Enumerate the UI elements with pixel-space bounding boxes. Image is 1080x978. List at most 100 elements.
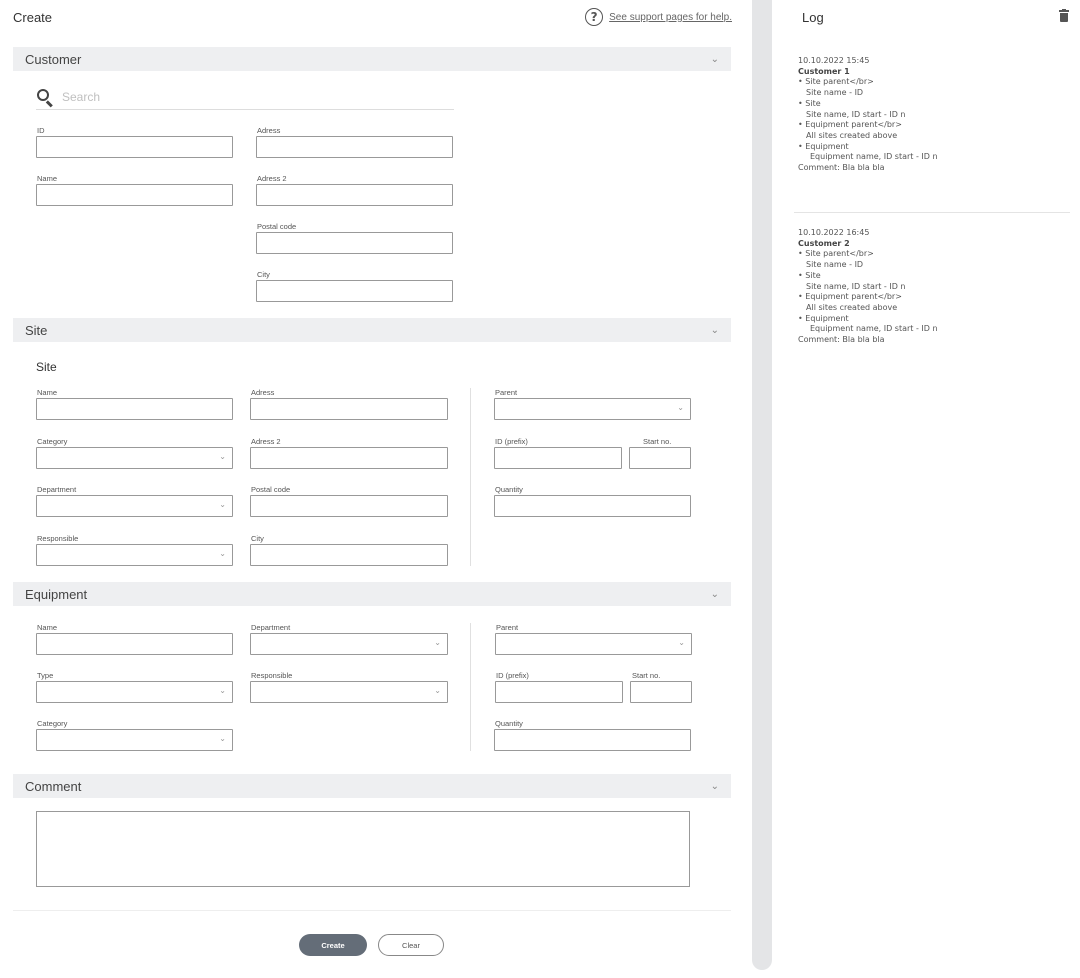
site-name-field[interactable] [36,398,233,420]
panel-splitter [752,0,772,970]
site-address2-label: Adress 2 [251,437,281,446]
site-section-header[interactable]: Site ⌄ [13,318,731,342]
create-button[interactable]: Create [299,934,367,956]
equipment-id-prefix-field[interactable] [495,681,623,703]
support-link[interactable]: See support pages for help. [609,12,732,23]
column-divider [470,388,471,566]
equipment-name-label: Name [37,623,58,632]
customer-city-label: City [257,270,270,279]
site-id-prefix-label: ID (prefix) [495,437,528,446]
chevron-down-icon: ⌄ [219,686,226,695]
equipment-type-select[interactable]: ⌄ [36,681,233,703]
log-comment: Comment: Bla bla bla [798,163,885,173]
site-start-no-label: Start no. [643,437,672,446]
equipment-start-no-field[interactable] [630,681,692,703]
customer-postal-field[interactable] [256,232,453,254]
clear-button[interactable]: Clear [378,934,444,956]
equipment-responsible-select[interactable]: ⌄ [250,681,448,703]
log-customer: Customer 1 [798,66,850,76]
site-responsible-label: Responsible [37,534,79,543]
log-line: Site name - ID [806,260,864,270]
section-title: Equipment [25,586,88,602]
log-customer: Customer 2 [798,238,850,248]
customer-search[interactable]: Search [36,84,454,110]
search-input[interactable]: Search [62,90,100,104]
site-postal-field[interactable] [250,495,448,517]
search-icon [36,88,54,107]
log-line: Equipment name, ID start - ID n [810,324,938,334]
question-circle-icon[interactable]: ? [585,8,604,26]
customer-address-field[interactable] [256,136,453,158]
log-separator [794,212,1070,213]
log-line: • Site parent</br> [798,77,874,87]
site-department-label: Department [37,485,77,494]
chevron-down-icon[interactable]: ⌄ [711,54,719,65]
chevron-down-icon: ⌄ [678,638,685,647]
chevron-down-icon: ⌄ [677,403,684,412]
column-divider [470,623,471,751]
comment-section-header[interactable]: Comment ⌄ [13,774,731,798]
site-name-label: Name [37,388,58,397]
equipment-quantity-label: Quantity [495,719,523,728]
site-subtitle: Site [36,360,57,374]
equipment-parent-label: Parent [496,623,519,632]
section-title: Customer [25,51,82,67]
site-quantity-label: Quantity [495,485,523,494]
customer-address2-field[interactable] [256,184,453,206]
site-id-prefix-field[interactable] [494,447,622,469]
equipment-category-select[interactable]: ⌄ [36,729,233,751]
log-line: • Equipment [798,141,849,151]
site-postal-label: Postal code [251,485,291,494]
customer-city-field[interactable] [256,280,453,302]
customer-name-label: Name [37,174,58,183]
equipment-name-field[interactable] [36,633,233,655]
equipment-id-prefix-label: ID (prefix) [496,671,529,680]
equipment-department-label: Department [251,623,291,632]
chevron-down-icon: ⌄ [434,686,441,695]
chevron-down-icon[interactable]: ⌄ [711,325,719,336]
site-address-label: Adress [251,388,275,397]
site-address2-field[interactable] [250,447,448,469]
page: Create ? See support pages for help. Cus… [0,0,1080,978]
log-line: Site name, ID start - ID n [806,281,906,291]
site-address-field[interactable] [250,398,448,420]
customer-address-label: Adress [257,126,281,135]
equipment-parent-select[interactable]: ⌄ [495,633,692,655]
equipment-quantity-field[interactable] [494,729,691,751]
site-quantity-field[interactable] [494,495,691,517]
site-responsible-select[interactable]: ⌄ [36,544,233,566]
site-parent-label: Parent [495,388,518,397]
comment-textarea[interactable] [36,811,690,887]
chevron-down-icon: ⌄ [219,500,226,509]
site-start-no-field[interactable] [629,447,691,469]
log-timestamp: 10.10.2022 16:45 [798,228,870,237]
equipment-section-header[interactable]: Equipment ⌄ [13,582,731,606]
equipment-department-select[interactable]: ⌄ [250,633,448,655]
equipment-type-label: Type [37,671,54,680]
customer-id-field[interactable] [36,136,233,158]
customer-section-header[interactable]: Customer ⌄ [13,47,731,71]
log-panel: Log 10.10.2022 15:45 Customer 1 • Site p… [772,0,1080,978]
site-city-field[interactable] [250,544,448,566]
help-area: ? See support pages for help. [585,8,732,26]
customer-postal-label: Postal code [257,222,297,231]
log-entry: 10.10.2022 16:45 Customer 2 • Site paren… [798,228,1068,346]
chevron-down-icon[interactable]: ⌄ [711,781,719,792]
trash-icon[interactable] [1059,9,1069,22]
site-category-label: Category [37,437,68,446]
log-line: Site name, ID start - ID n [806,109,906,119]
log-line: Site name - ID [806,88,864,98]
equipment-start-no-label: Start no. [632,671,661,680]
chevron-down-icon[interactable]: ⌄ [711,589,719,600]
log-line: All sites created above [806,130,898,140]
create-panel: Create ? See support pages for help. Cus… [0,0,744,978]
site-department-select[interactable]: ⌄ [36,495,233,517]
site-parent-select[interactable]: ⌄ [494,398,691,420]
log-timestamp: 10.10.2022 15:45 [798,56,870,65]
equipment-category-label: Category [37,719,68,728]
footer-divider [13,910,731,911]
page-title: Create [13,10,53,25]
site-category-select[interactable]: ⌄ [36,447,233,469]
customer-name-field[interactable] [36,184,233,206]
chevron-down-icon: ⌄ [434,638,441,647]
